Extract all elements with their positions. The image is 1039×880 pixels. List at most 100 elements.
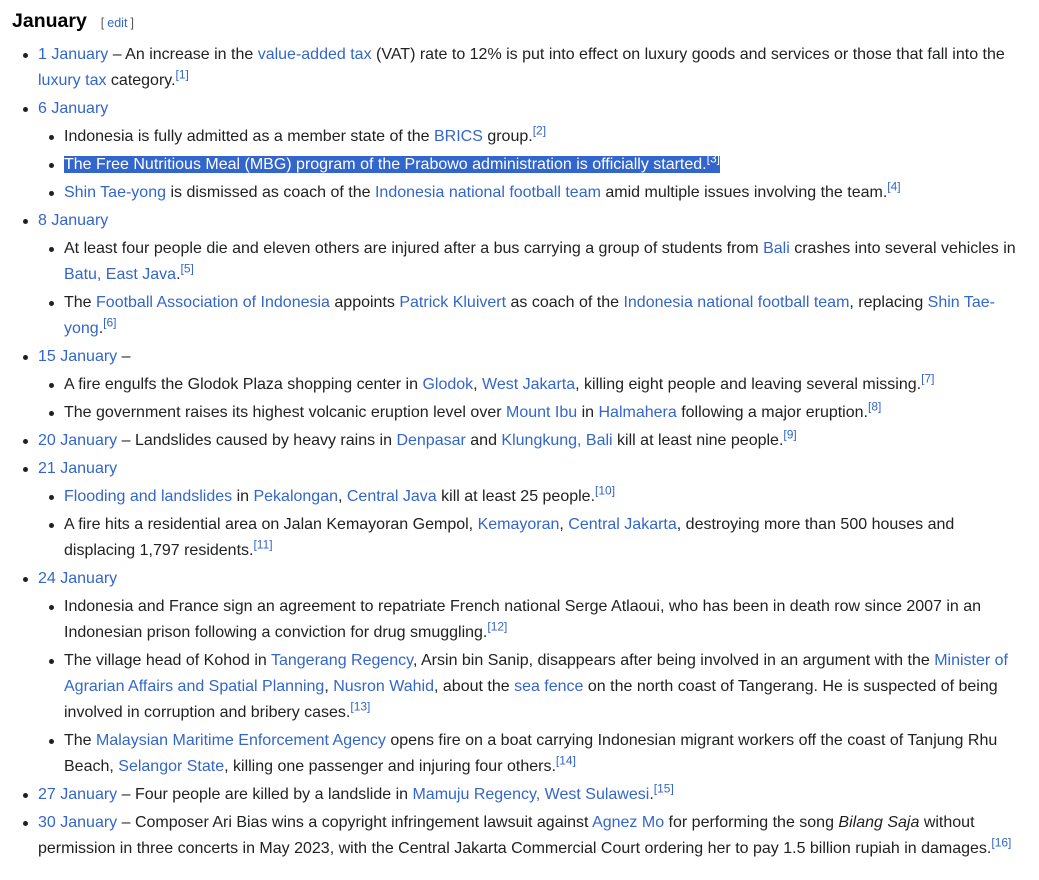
citation-ref: [8] xyxy=(868,400,881,414)
wiki-link[interactable]: Patrick Kluivert xyxy=(399,294,506,311)
edit-link[interactable]: edit xyxy=(107,16,127,30)
citation-link[interactable]: [4] xyxy=(887,180,900,194)
text-segment: in xyxy=(577,404,599,421)
wiki-link[interactable]: Bali xyxy=(763,240,790,257)
event-item: 30 January – Composer Ari Bias wins a co… xyxy=(12,810,1027,862)
wiki-link[interactable]: Batu, East Java xyxy=(64,266,176,283)
wiki-link[interactable]: Klungkung, Bali xyxy=(501,432,612,449)
citation-ref: [3] xyxy=(707,152,720,166)
text-segment: – Four people are killed by a landslide … xyxy=(117,786,413,803)
wiki-link[interactable]: Tangerang Regency xyxy=(271,652,413,669)
sub-event-item: Indonesia and France sign an agreement t… xyxy=(38,594,1027,646)
wiki-link[interactable]: luxury tax xyxy=(38,72,106,89)
date-link[interactable]: 1 January xyxy=(38,46,108,63)
citation-link[interactable]: [1] xyxy=(176,68,189,82)
citation-link[interactable]: [16] xyxy=(991,836,1011,850)
wiki-link[interactable]: Mamuju Regency, West Sulawesi xyxy=(412,786,649,803)
wiki-link[interactable]: Central Java xyxy=(347,488,437,505)
text-segment: category. xyxy=(106,72,176,89)
text-segment: for performing the song xyxy=(664,814,839,831)
citation-link[interactable]: [13] xyxy=(350,700,370,714)
sub-event-item: The village head of Kohod in Tangerang R… xyxy=(38,648,1027,726)
event-item: 24 January Indonesia and France sign an a… xyxy=(12,566,1027,780)
text-segment: Indonesia is fully admitted as a member … xyxy=(64,128,434,145)
wiki-link[interactable]: value-added tax xyxy=(258,46,372,63)
sub-event-list: Indonesia is fully admitted as a member … xyxy=(38,124,1027,206)
wiki-link[interactable]: Agnez Mo xyxy=(592,814,664,831)
section-title: January xyxy=(12,10,87,32)
citation-ref: [5] xyxy=(181,262,194,276)
sub-event-item: A fire hits a residential area on Jalan … xyxy=(38,512,1027,564)
event-item: 1 January – An increase in the value-add… xyxy=(12,42,1027,94)
wiki-link[interactable]: Denpasar xyxy=(396,432,465,449)
citation-ref: [1] xyxy=(176,68,189,82)
citation-ref: [15] xyxy=(654,782,674,796)
citation-ref: [4] xyxy=(887,180,900,194)
text-segment: , xyxy=(324,678,334,695)
wiki-link[interactable]: Indonesia national football team xyxy=(623,294,849,311)
date-link[interactable]: 30 January xyxy=(38,814,117,831)
wiki-link[interactable]: Mount Ibu xyxy=(506,404,577,421)
wiki-link[interactable]: Flooding and landslides xyxy=(64,488,232,505)
sub-event-list: Flooding and landslides in Pekalongan, C… xyxy=(38,484,1027,564)
text-segment: kill at least nine people. xyxy=(612,432,784,449)
citation-ref: [2] xyxy=(533,124,546,138)
wiki-link[interactable]: Indonesia national football team xyxy=(375,184,601,201)
citation-link[interactable]: [10] xyxy=(595,484,615,498)
wiki-link[interactable]: West Jakarta xyxy=(482,376,575,393)
text-segment: The xyxy=(64,294,97,311)
citation-link[interactable]: [12] xyxy=(487,620,507,634)
citation-ref: [11] xyxy=(253,538,272,552)
wiki-link[interactable]: Selangor State xyxy=(118,758,224,775)
edit-section: [edit] xyxy=(101,10,134,36)
citation-ref: [13] xyxy=(350,700,370,714)
wiki-link[interactable]: Halmahera xyxy=(599,404,677,421)
text-segment: The xyxy=(64,732,97,749)
text-segment: , killing one passenger and injuring fou… xyxy=(224,758,556,775)
sub-event-list: A fire engulfs the Glodok Plaza shopping… xyxy=(38,372,1027,426)
citation-link[interactable]: [14] xyxy=(556,754,576,768)
selected-text: The Free Nutritious Meal (MBG) program o… xyxy=(64,153,720,173)
wiki-link[interactable]: Shin Tae-yong xyxy=(64,184,166,201)
text-segment: group. xyxy=(482,128,533,145)
text-segment: in xyxy=(232,488,254,505)
date-link[interactable]: 21 January xyxy=(38,460,117,477)
date-link[interactable]: 8 January xyxy=(38,212,108,229)
date-link[interactable]: 24 January xyxy=(38,570,117,587)
text-segment: – Composer Ari Bias wins a copyright inf… xyxy=(117,814,593,831)
citation-ref: [7] xyxy=(921,372,934,386)
citation-link[interactable]: [5] xyxy=(181,262,194,276)
date-link[interactable]: 15 January xyxy=(38,348,117,365)
citation-link[interactable]: [6] xyxy=(103,316,116,330)
citation-link[interactable]: [15] xyxy=(654,782,674,796)
date-link[interactable]: 27 January xyxy=(38,786,117,803)
date-link[interactable]: 6 January xyxy=(38,100,108,117)
event-item: 15 January – A fire engulfs the Glodok Pl… xyxy=(12,344,1027,426)
wiki-link[interactable]: Nusron Wahid xyxy=(333,678,434,695)
text-segment: crashes into several vehicles in xyxy=(789,240,1016,257)
wiki-link[interactable]: BRICS xyxy=(434,128,483,145)
citation-link[interactable]: [2] xyxy=(533,124,546,138)
event-list: 1 January – An increase in the value-add… xyxy=(12,42,1027,862)
wiki-link[interactable]: Football Association of Indonesia xyxy=(96,294,330,311)
text-segment: – An increase in the xyxy=(108,46,258,63)
wiki-link[interactable]: Kemayoran xyxy=(478,516,560,533)
wiki-link[interactable]: Central Jakarta xyxy=(568,516,677,533)
sub-event-item: Flooding and landslides in Pekalongan, C… xyxy=(38,484,1027,510)
citation-link[interactable]: [9] xyxy=(783,428,796,442)
text-segment: At least four people die and eleven othe… xyxy=(64,240,764,257)
sub-event-item: The Football Association of Indonesia ap… xyxy=(38,290,1027,342)
date-link[interactable]: 20 January xyxy=(38,432,117,449)
edit-bracket-close: ] xyxy=(130,16,134,30)
citation-link[interactable]: [11] xyxy=(253,538,272,552)
citation-ref: [14] xyxy=(556,754,576,768)
sub-event-item: A fire engulfs the Glodok Plaza shopping… xyxy=(38,372,1027,398)
wiki-link[interactable]: Glodok xyxy=(422,376,473,393)
wiki-link[interactable]: Malaysian Maritime Enforcement Agency xyxy=(96,732,386,749)
text-segment: Indonesia and France sign an agreement t… xyxy=(64,598,982,641)
citation-link[interactable]: [7] xyxy=(921,372,934,386)
citation-link[interactable]: [8] xyxy=(868,400,881,414)
wiki-link[interactable]: Pekalongan xyxy=(253,488,338,505)
wiki-link[interactable]: sea fence xyxy=(514,678,583,695)
citation-link[interactable]: [3] xyxy=(707,152,720,166)
